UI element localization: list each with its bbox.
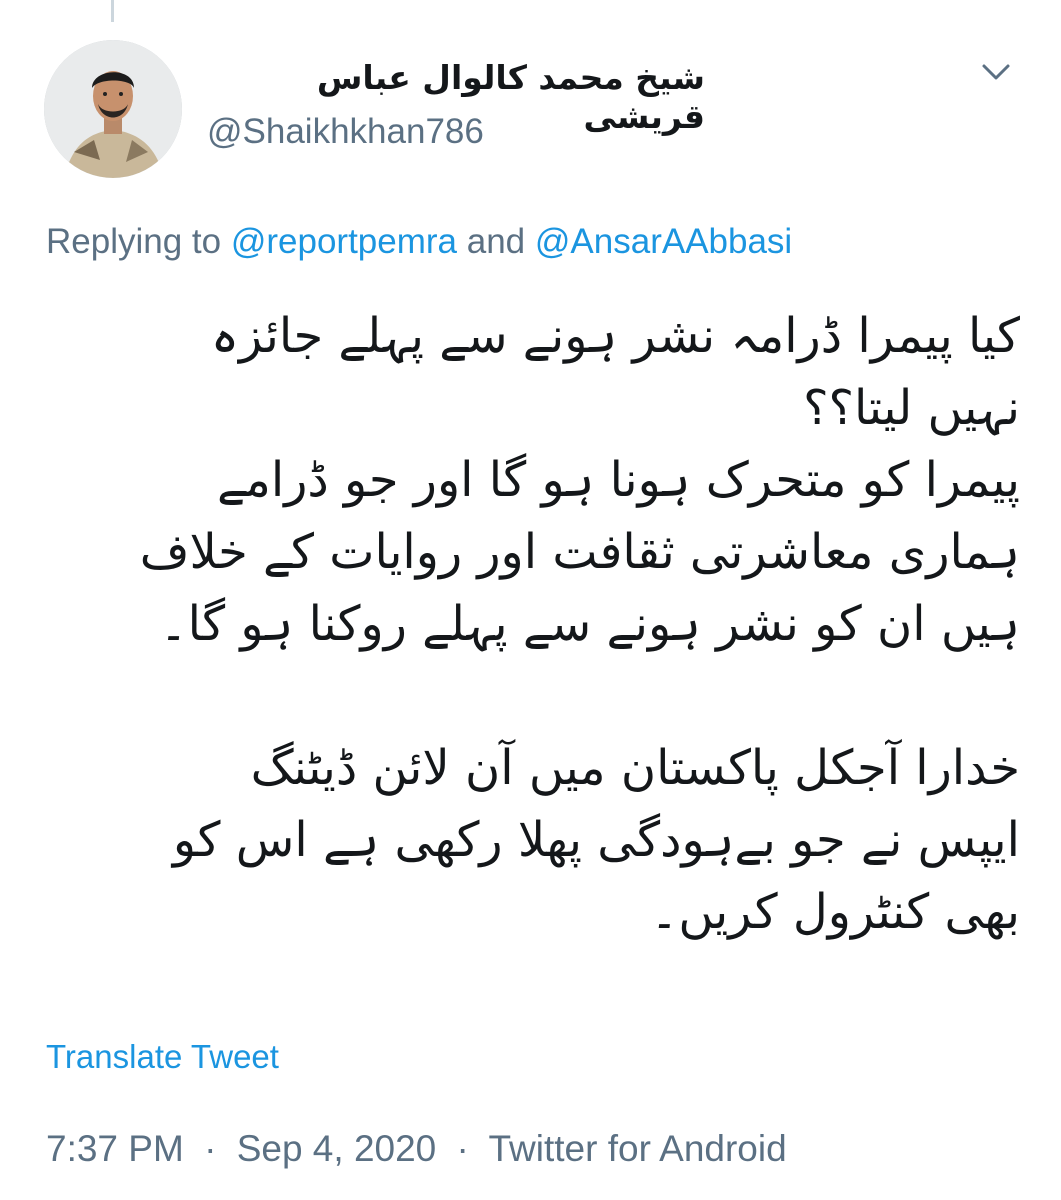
tweet-text: کیا پیمرا ڈرامہ نشر ہونے سے پہلے جائزہ ن… bbox=[30, 300, 1020, 948]
tweet-line: نہیں لیتا؟؟ bbox=[803, 380, 1020, 436]
tweet-date[interactable]: Sep 4, 2020 bbox=[237, 1128, 437, 1169]
separator: · bbox=[456, 1128, 469, 1169]
author-handle[interactable]: @Shaikhkhan786 bbox=[207, 112, 484, 152]
avatar[interactable] bbox=[44, 40, 182, 178]
tweet-line: خدارا آجکل پاکستان میں آن لائن ڈیٹنگ bbox=[250, 740, 1020, 796]
tweet-line: ایپس نے جو بےہودگی پھلا رکھی ہے اس کو bbox=[172, 812, 1020, 868]
tweet-line: پیمرا کو متحرک ہونا ہو گا اور جو ڈرامے bbox=[217, 452, 1020, 508]
mention-link[interactable]: @reportpemra bbox=[231, 222, 457, 261]
mention-link[interactable]: @AnsarAAbbasi bbox=[535, 222, 792, 261]
tweet-source[interactable]: Twitter for Android bbox=[488, 1128, 786, 1169]
tweet-line: بھی کنٹرول کریں۔ bbox=[650, 884, 1020, 940]
thread-connector-line bbox=[111, 0, 114, 22]
tweet-line: کیا پیمرا ڈرامہ نشر ہونے سے پہلے جائزہ bbox=[210, 308, 1020, 364]
tweet-metadata: 7:37 PM · Sep 4, 2020 · Twitter for Andr… bbox=[46, 1128, 787, 1170]
avatar-portrait bbox=[44, 40, 182, 178]
translate-tweet-link[interactable]: Translate Tweet bbox=[46, 1038, 279, 1076]
replying-connector: and bbox=[466, 222, 526, 261]
replying-prefix: Replying to bbox=[46, 222, 222, 261]
tweet-time[interactable]: 7:37 PM bbox=[46, 1128, 184, 1169]
tweet-line: ہماری معاشرتی ثقافت اور روایات کے خلاف bbox=[139, 524, 1020, 580]
replying-to: Replying to @reportpemra and @AnsarAAbba… bbox=[46, 222, 792, 262]
separator: · bbox=[204, 1128, 217, 1169]
tweet-line: ہیں ان کو نشر ہونے سے پہلے روکنا ہو گا۔ bbox=[159, 596, 1020, 652]
chevron-down-icon[interactable] bbox=[976, 58, 1016, 88]
